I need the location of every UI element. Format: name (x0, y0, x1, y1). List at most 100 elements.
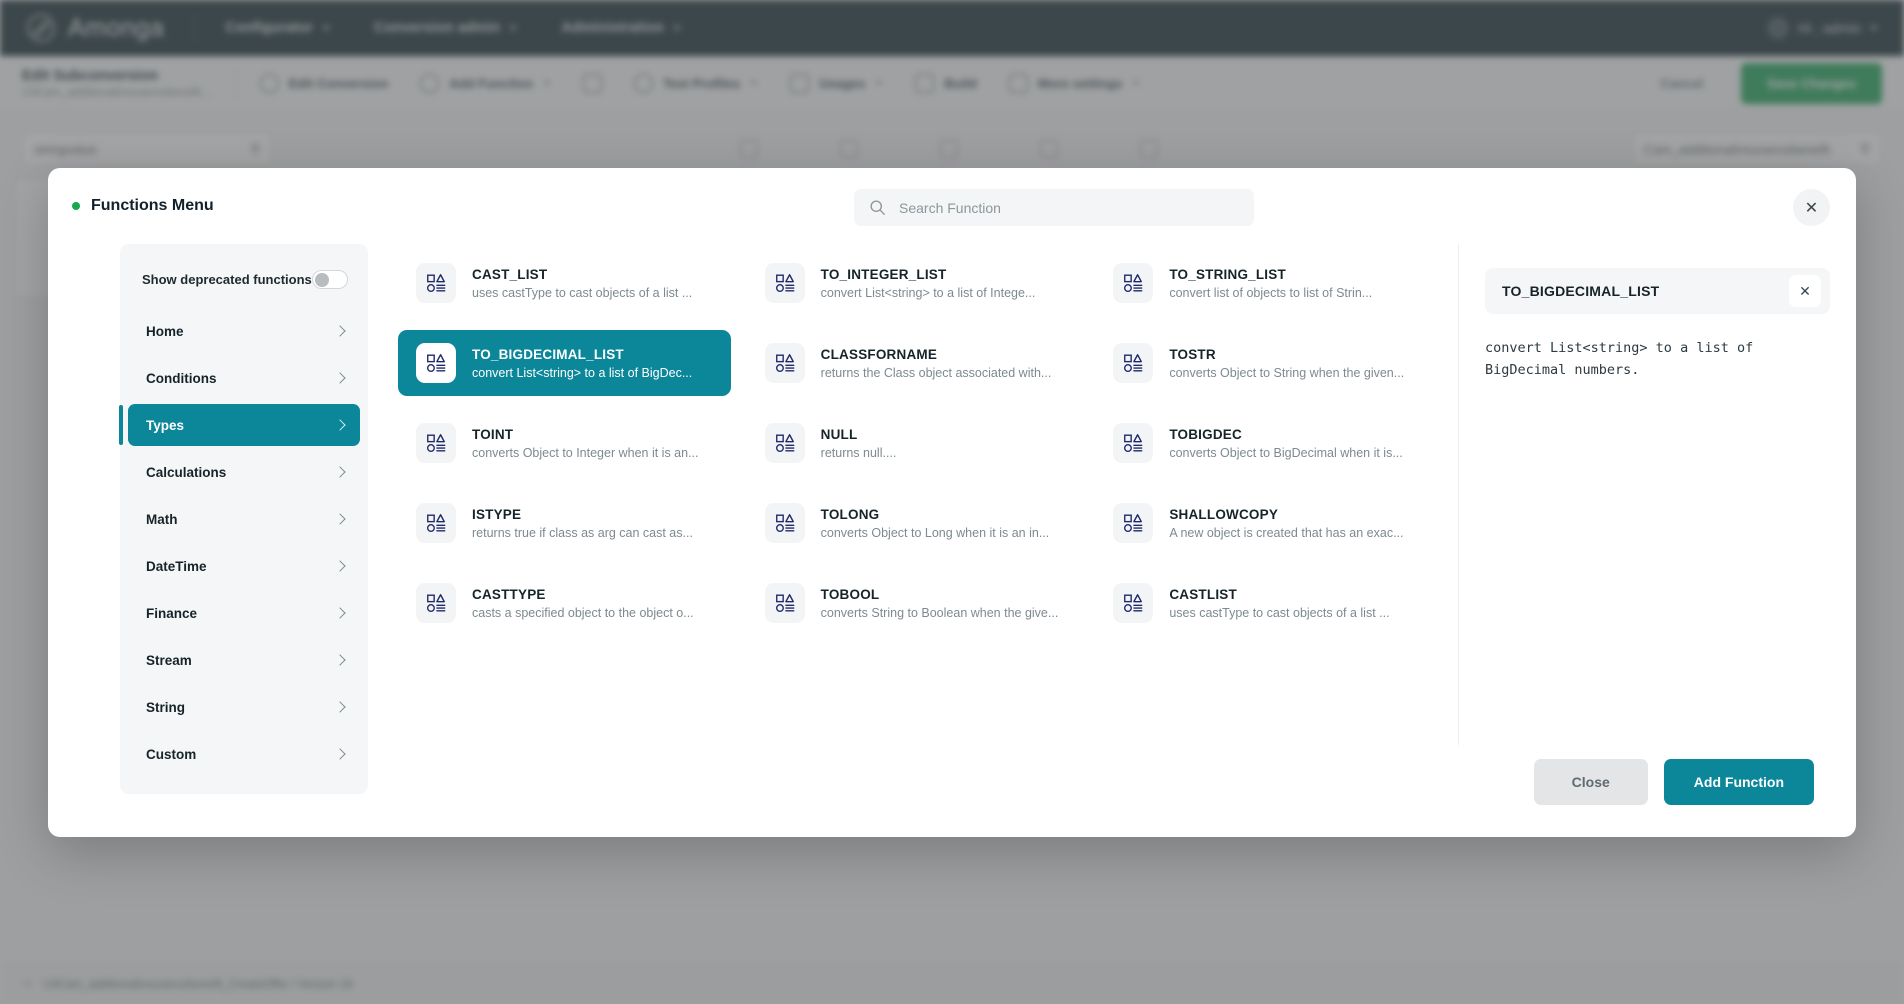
function-card[interactable]: TOBIGDEC converts Object to BigDecimal wh… (1095, 410, 1428, 476)
sidebar-item-label: String (146, 699, 185, 715)
sidebar-item-types[interactable]: Types (128, 404, 360, 446)
sidebar-item-label: Types (146, 417, 185, 433)
function-text: TO_INTEGER_LIST convert List<string> to a… (821, 267, 1036, 300)
sidebar-item-custom[interactable]: Custom (128, 733, 360, 775)
function-description: uses castType to cast objects of a list … (1169, 605, 1390, 620)
function-card[interactable]: CAST_LISTuses castType to cast objects o… (398, 250, 731, 316)
chevron-right-icon (334, 466, 346, 478)
function-description: uses castType to cast objects of a list … (472, 285, 693, 300)
function-types-icon (426, 514, 446, 533)
function-card[interactable]: CASTTYPE casts a specified object to the … (398, 570, 731, 636)
sidebar-item-label: DateTime (146, 558, 207, 574)
close-icon: ✕ (1804, 199, 1819, 217)
function-name: TO_BIGDECIMAL_LIST (472, 346, 624, 362)
sidebar-item-home[interactable]: Home (128, 310, 360, 352)
function-text: CLASSFORNAME returns the Class object ass… (821, 347, 1052, 380)
functions-menu-dialog: Functions Menu ✕ Show deprecated functio… (48, 168, 1856, 837)
function-icon-wrapper (1113, 583, 1154, 623)
function-description: convert list of objects to list of Strin… (1169, 285, 1373, 300)
function-types-icon (775, 274, 795, 293)
function-text: TOINT converts Object to Integer when it … (472, 427, 699, 460)
function-name: TO_STRING_LIST (1169, 266, 1286, 282)
deprecated-toggle-row[interactable]: Show deprecated functions (120, 256, 368, 305)
sidebar-item-conditions[interactable]: Conditions (128, 357, 360, 399)
chevron-right-icon (334, 372, 346, 384)
deprecated-toggle-label: Show deprecated functions (142, 272, 312, 287)
sidebar-item-stream[interactable]: Stream (128, 639, 360, 681)
search-input[interactable] (899, 199, 1239, 216)
deprecated-toggle-switch[interactable] (312, 270, 348, 289)
function-card[interactable]: SHALLOWCOPY A new object is created that … (1095, 490, 1428, 556)
search-icon (870, 200, 885, 215)
function-card[interactable]: TO_INTEGER_LIST convert List<string> to a… (747, 250, 1080, 316)
sidebar-item-datetime[interactable]: DateTime (128, 545, 360, 587)
function-text: ISTYPE returns true if class as arg can c… (472, 507, 693, 540)
add-function-button[interactable]: Add Function (1663, 759, 1814, 805)
function-icon-wrapper (764, 503, 805, 543)
sidebar-item-label: Custom (146, 746, 197, 762)
function-name: CASTTYPE (472, 586, 546, 602)
function-card[interactable]: TOBOOL converts String to Boolean when th… (747, 570, 1080, 636)
function-search-box[interactable] (854, 189, 1254, 226)
function-card[interactable]: CASTLIST uses castType to cast objects of… (1095, 570, 1428, 636)
function-icon-wrapper (764, 423, 805, 463)
detail-close-button[interactable]: ✕ (1789, 275, 1821, 307)
function-name: CLASSFORNAME (820, 346, 938, 362)
chevron-right-icon (334, 654, 346, 666)
sidebar-item-string[interactable]: String (128, 686, 360, 728)
dialog-close-button[interactable]: ✕ (1793, 189, 1830, 226)
function-name: TOINT (472, 426, 514, 442)
function-card[interactable]: NULL returns null.... (747, 410, 1080, 476)
function-name: CAST_LIST (472, 266, 548, 282)
function-icon-wrapper (1113, 343, 1154, 383)
function-icon-wrapper (764, 583, 805, 623)
chevron-right-icon (334, 701, 346, 713)
function-grid: CAST_LISTuses castType to cast objects o… (368, 244, 1458, 745)
dialog-header: Functions Menu ✕ (48, 168, 1856, 244)
chevron-right-icon (334, 513, 346, 525)
function-name: TOLONG (820, 506, 880, 522)
function-card[interactable]: TOLONG converts Object to Long when it is… (747, 490, 1080, 556)
function-types-icon (775, 354, 795, 373)
function-description: converts Object to String when the given… (1169, 365, 1405, 380)
function-card[interactable]: CLASSFORNAME returns the Class object ass… (747, 330, 1080, 396)
active-category-indicator (119, 405, 123, 445)
status-dot-icon (72, 202, 80, 210)
function-icon-wrapper (416, 263, 456, 303)
function-types-icon (426, 274, 446, 293)
toggle-knob (315, 273, 329, 287)
function-description: converts Object to Long when it is an in… (820, 525, 1050, 540)
function-name: SHALLOWCOPY (1169, 506, 1279, 522)
function-types-icon (775, 434, 795, 453)
function-icon-wrapper (416, 343, 456, 383)
chevron-right-icon (334, 560, 346, 572)
function-description: convert List<string> to a list of Intege… (820, 285, 1036, 300)
function-card[interactable]: TOINT converts Object to Integer when it … (398, 410, 731, 476)
sidebar-item-calculations[interactable]: Calculations (128, 451, 360, 493)
function-text: TOLONG converts Object to Long when it is… (821, 507, 1050, 540)
function-card[interactable]: TO_BIGDECIMAL_LIST convert List<string> t… (398, 330, 731, 396)
function-card[interactable]: TOSTR converts Object to String when the … (1095, 330, 1428, 396)
function-icon-wrapper (1113, 423, 1154, 463)
sidebar-item-math[interactable]: Math (128, 498, 360, 540)
function-card[interactable]: TO_STRING_LISTconvert list of objects to… (1095, 250, 1428, 316)
close-button[interactable]: Close (1533, 759, 1648, 805)
chevron-right-icon (334, 607, 346, 619)
function-text: CASTLIST uses castType to cast objects of… (1169, 587, 1389, 620)
sidebar-item-label: Calculations (146, 464, 227, 480)
function-text: TOSTR converts Object to String when the … (1169, 347, 1404, 380)
function-name: TOSTR (1169, 346, 1216, 362)
function-types-icon (426, 594, 446, 613)
function-card[interactable]: ISTYPE returns true if class as arg can c… (398, 490, 731, 556)
sidebar-item-label: Stream (146, 652, 192, 668)
function-text: TO_STRING_LISTconvert list of objects to… (1169, 267, 1372, 300)
function-icon-wrapper (416, 583, 456, 623)
function-text: CAST_LISTuses castType to cast objects o… (472, 267, 692, 300)
sidebar-item-finance[interactable]: Finance (128, 592, 360, 634)
dialog-title-group: Functions Menu (72, 197, 214, 215)
function-description: returns null.... (820, 445, 897, 460)
function-description: returns true if class as arg can cast as… (472, 525, 693, 540)
function-name: TOBIGDEC (1169, 426, 1242, 442)
sidebar-item-label: Home (146, 323, 184, 339)
sidebar-item-label: Conditions (146, 370, 217, 386)
